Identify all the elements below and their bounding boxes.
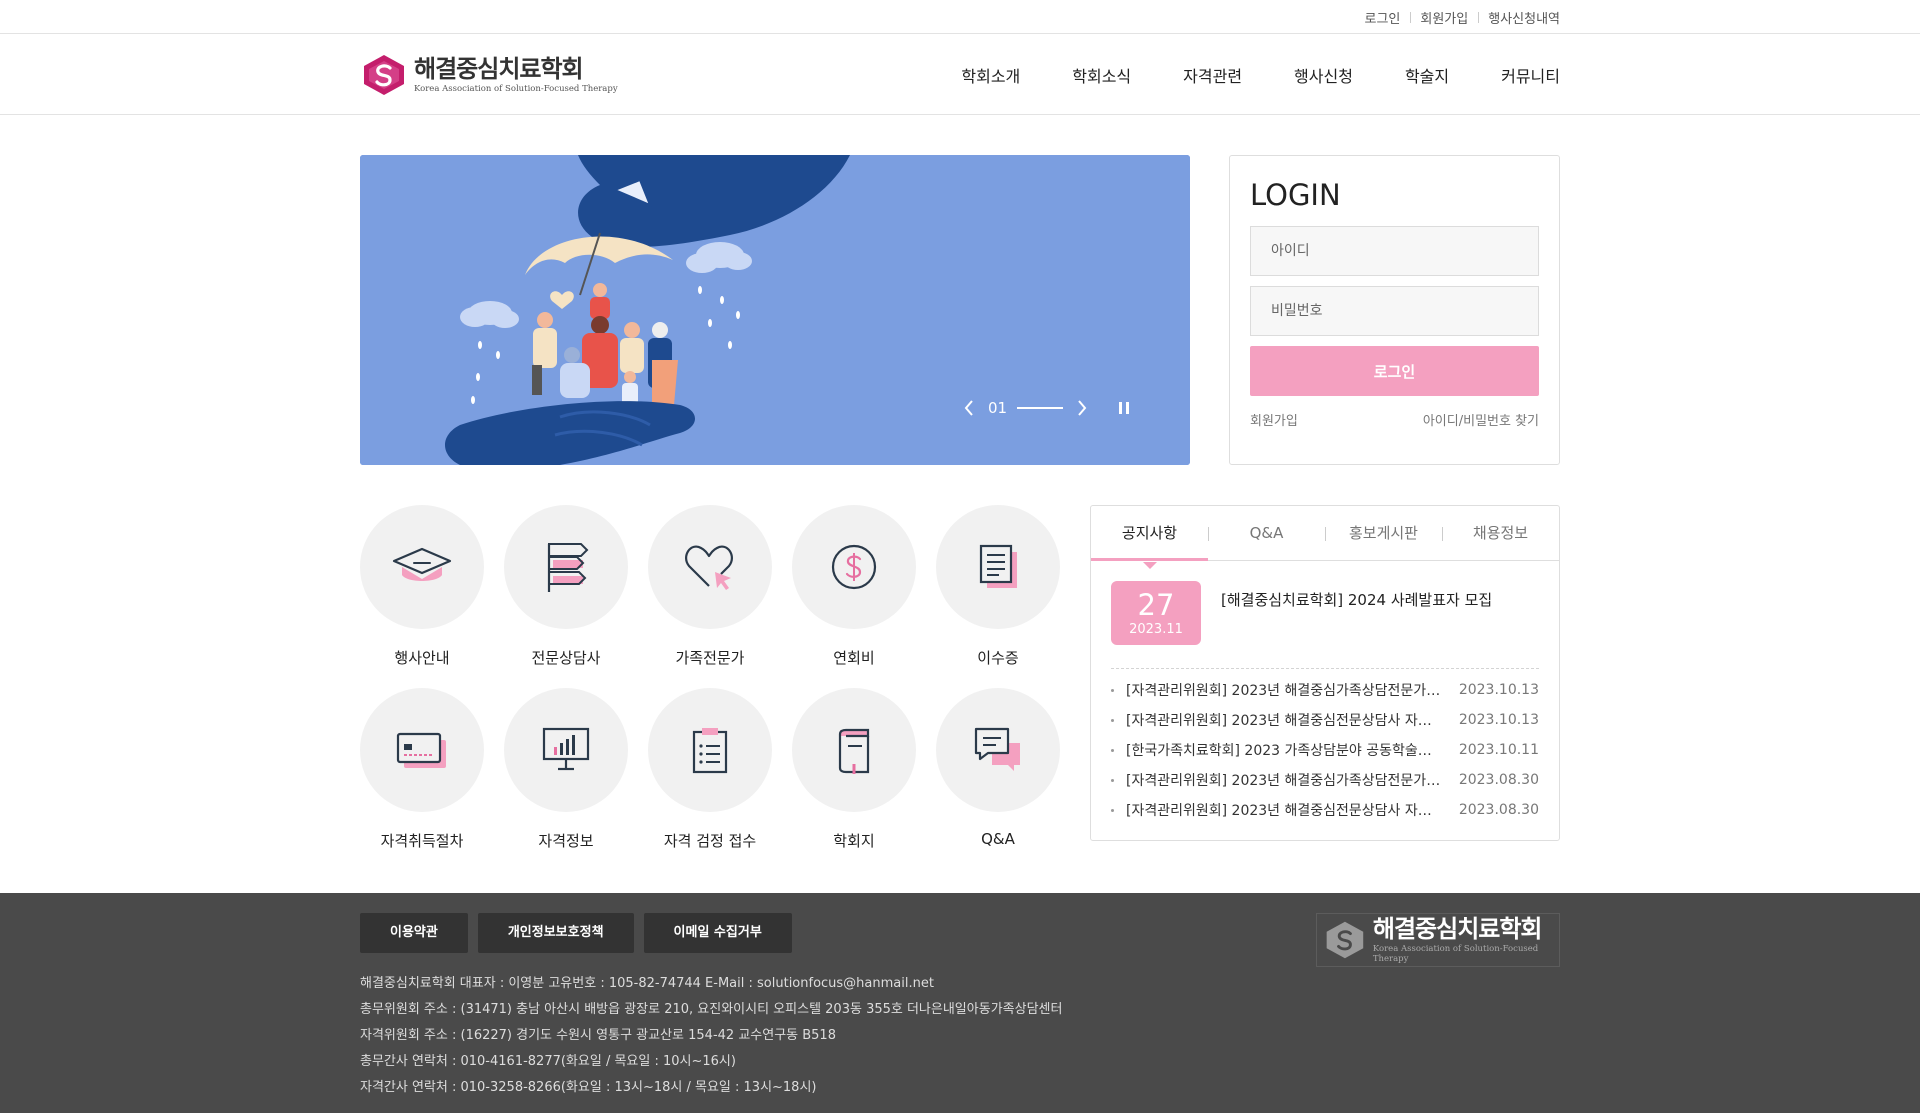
- slider-next-button[interactable]: [1073, 399, 1091, 417]
- footer-info: 해결중심치료학회 대표자 : 이영분 고유번호 : 105-82-74744 E…: [360, 971, 1560, 1101]
- chevron-right-icon: [1078, 400, 1087, 416]
- nav-event-apply[interactable]: 행사신청: [1294, 63, 1353, 87]
- logo-mark-icon: [364, 54, 404, 95]
- notice-list: [자격관리위원회] 2023년 해결중심가족상담전문가 자격검정 안내2023.…: [1091, 669, 1559, 825]
- slider-controls: 01: [960, 399, 1133, 417]
- footer-line: 자격위원회 주소 : (16227) 경기도 수원시 영통구 광교산로 154-…: [360, 1028, 836, 1043]
- tab-promotion[interactable]: 홍보게시판: [1325, 506, 1442, 560]
- date-badge: 27 2023.11: [1111, 581, 1201, 645]
- featured-notice[interactable]: 27 2023.11 [해결중심치료학회] 2024 사례발표자 모집: [1091, 561, 1559, 668]
- date-day: 27: [1137, 587, 1175, 622]
- nav-journal[interactable]: 학술지: [1405, 63, 1449, 87]
- quick-item-qna[interactable]: Q&A: [936, 688, 1060, 851]
- tab-qna[interactable]: Q&A: [1208, 506, 1325, 560]
- site-logo[interactable]: 해결중심치료학회 Korea Association of Solution-F…: [360, 53, 618, 97]
- terms-button[interactable]: 이용약관: [360, 913, 468, 953]
- hero-illustration: [360, 155, 1190, 465]
- dollar-coin-icon: [831, 544, 877, 590]
- footer-logo[interactable]: 해결중심치료학회 Korea Association of Solution-F…: [1316, 913, 1560, 967]
- quick-label: 자격 검정 접수: [663, 832, 757, 850]
- nav-community[interactable]: 커뮤니티: [1501, 63, 1560, 87]
- quick-item-certificate[interactable]: 이수증: [936, 505, 1060, 668]
- graduation-cap-icon: [392, 547, 452, 581]
- list-item[interactable]: [자격관리위원회] 2023년 해결중심가족상담전문가 자격검정 안내2023.…: [1111, 675, 1539, 705]
- id-card-icon: [396, 732, 446, 768]
- list-item[interactable]: [자격관리위원회] 2023년 해결중심전문상담사 자격검정 안내2023.10…: [1111, 705, 1539, 735]
- login-title: LOGIN: [1250, 178, 1341, 212]
- quick-label: 행사안내: [394, 649, 450, 667]
- quick-label: 자격취득절차: [380, 832, 464, 850]
- logo-english-text: Korea Association of Solution-Focused Th…: [414, 83, 618, 94]
- footer-logo-english: Korea Association of Solution-Focused Th…: [1372, 944, 1539, 964]
- quick-item-event-info[interactable]: 행사안내: [360, 505, 484, 668]
- document-icon: [979, 544, 1017, 588]
- slider-prev-button[interactable]: [960, 399, 978, 417]
- util-event-history-link[interactable]: 행사신청내역: [1478, 8, 1560, 27]
- chat-bubbles-icon: [974, 727, 1020, 771]
- nav-news[interactable]: 학회소식: [1072, 63, 1131, 87]
- hero-slider[interactable]: 01: [360, 155, 1190, 465]
- footer-line: 총무간사 연락처 : 010-4161-8277(화요일 / 목요일 : 10시…: [360, 1054, 736, 1069]
- quick-label: Q&A: [981, 830, 1015, 848]
- login-button[interactable]: 로그인: [1250, 346, 1539, 396]
- util-join-link[interactable]: 회원가입: [1410, 8, 1478, 27]
- quick-item-annual-fee[interactable]: 연회비: [792, 505, 916, 668]
- login-id-input[interactable]: [1250, 226, 1539, 276]
- quick-item-counselor[interactable]: 전문상담사: [504, 505, 628, 668]
- list-item[interactable]: [자격관리위원회] 2023년 해결중심가족상담전문가 자격검정 안내2023.…: [1111, 765, 1539, 795]
- tab-recruit[interactable]: 채용정보: [1442, 506, 1559, 560]
- list-item[interactable]: [한국가족치료학회] 2023 가족상담분야 공동학술대회 안내 2023.10.…: [1111, 735, 1539, 765]
- list-item[interactable]: [자격관리위원회] 2023년 해결중심전문상담사 자격검정 안내2023.08…: [1111, 795, 1539, 825]
- nav-about[interactable]: 학회소개: [961, 63, 1020, 87]
- heart-cursor-icon: [685, 545, 733, 590]
- footer-line: 자격간사 연락처 : 010-3258-8266(화요일 : 13시~18시 /…: [360, 1080, 817, 1095]
- footer-line: 총무위원회 주소 : (31471) 충남 아산시 배방읍 광장로 210, 요…: [360, 1002, 1063, 1017]
- quick-menu: 행사안내 전문상담사 가족전문가 연회비 이수증 자격취득절차 자격정보 자격 …: [360, 505, 1060, 851]
- signpost-icon: [547, 543, 589, 592]
- utility-bar: 로그인 회원가입 행사신청내역: [0, 0, 1920, 34]
- site-header: 해결중심치료학회 Korea Association of Solution-F…: [0, 34, 1920, 115]
- logo-korean-text: 해결중심치료학회: [414, 54, 584, 83]
- login-password-input[interactable]: [1250, 286, 1539, 336]
- quick-item-journal[interactable]: 학회지: [792, 688, 916, 851]
- notice-board: 공지사항 Q&A 홍보게시판 채용정보 27 2023.11 [해결중심치료학회…: [1090, 505, 1560, 841]
- find-account-link[interactable]: 아이디/비밀번호 찾기: [1423, 410, 1539, 429]
- slider-progress-bar: [1017, 407, 1064, 409]
- slider-index: 01: [988, 399, 1008, 417]
- quick-label: 자격정보: [538, 832, 594, 850]
- quick-item-acquisition-process[interactable]: 자격취득절차: [360, 688, 484, 851]
- login-panel: LOGIN 로그인 회원가입 아이디/비밀번호 찾기: [1229, 155, 1560, 465]
- slider-pause-button[interactable]: [1115, 399, 1133, 417]
- quick-item-family-expert[interactable]: 가족전문가: [648, 505, 772, 668]
- email-refusal-button[interactable]: 이메일 수집거부: [643, 913, 792, 953]
- footer-line: 해결중심치료학회 대표자 : 이영분 고유번호 : 105-82-74744 E…: [360, 976, 934, 991]
- notice-tabs: 공지사항 Q&A 홍보게시판 채용정보: [1091, 506, 1559, 569]
- util-login-link[interactable]: 로그인: [1355, 8, 1411, 27]
- quick-label: 학회지: [833, 832, 875, 850]
- quick-label: 연회비: [833, 649, 875, 667]
- privacy-policy-button[interactable]: 개인정보보호정책: [477, 913, 634, 953]
- logo-mark-icon: [1326, 921, 1364, 959]
- footer-logo-korean: 해결중심치료학회: [1372, 915, 1543, 943]
- join-link[interactable]: 회원가입: [1250, 410, 1298, 429]
- book-icon: [838, 728, 870, 774]
- chevron-left-icon: [964, 400, 973, 416]
- main-nav: 학회소개 학회소식 자격관련 행사신청 학술지 커뮤니티: [909, 63, 1560, 87]
- quick-label: 가족전문가: [675, 649, 745, 667]
- quick-item-exam-registration[interactable]: 자격 검정 접수: [648, 688, 772, 851]
- featured-notice-title[interactable]: [해결중심치료학회] 2024 사례발표자 모집: [1221, 589, 1492, 610]
- quick-label: 이수증: [977, 649, 1019, 667]
- clipboard-icon: [692, 728, 728, 774]
- quick-item-cert-info[interactable]: 자격정보: [504, 688, 628, 851]
- presentation-chart-icon: [542, 727, 590, 771]
- nav-certification[interactable]: 자격관련: [1183, 63, 1242, 87]
- tab-notice[interactable]: 공지사항: [1091, 506, 1208, 569]
- quick-label: 전문상담사: [531, 649, 601, 667]
- site-footer: 이용약관 개인정보보호정책 이메일 수집거부 해결중심치료학회 대표자 : 이영…: [0, 893, 1920, 1113]
- pause-icon: [1119, 402, 1130, 414]
- date-year-month: 2023.11: [1129, 621, 1183, 637]
